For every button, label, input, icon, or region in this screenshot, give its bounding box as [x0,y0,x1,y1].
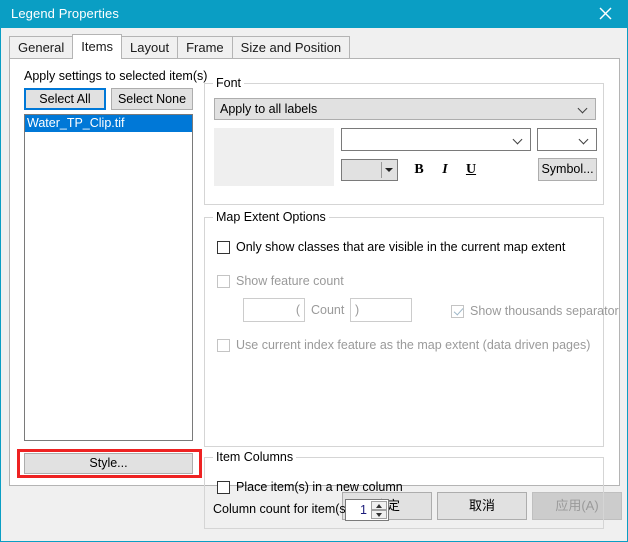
tab-frame[interactable]: Frame [177,36,233,58]
tab-general[interactable]: General [9,36,74,58]
checkbox-box [451,304,464,318]
font-name-value [347,129,510,150]
chevron-down-icon [580,135,589,144]
font-size-value [543,129,576,150]
legend-items-list[interactable]: Water_TP_Clip.tif [24,114,193,441]
tab-strip: General Items Layout Frame Size and Posi… [9,34,619,59]
title-bar: Legend Properties [1,0,628,28]
font-preview-area [214,128,334,186]
font-apply-mode-value: Apply to all labels [220,102,318,116]
select-all-button[interactable]: Select All [24,88,106,110]
font-group: Font Apply to all labels B I U Symbol... [204,76,604,205]
bold-button[interactable]: B [408,159,430,181]
show-feature-count-checkbox[interactable]: Show feature count [217,274,344,288]
italic-button[interactable]: I [434,159,456,181]
use-index-feature-checkbox[interactable]: Use current index feature as the map ext… [217,338,590,352]
stepper-up-icon[interactable] [371,501,387,510]
caret-down-icon [385,168,393,172]
font-color-picker[interactable] [341,159,398,181]
count-prefix-input[interactable]: ( [243,298,305,322]
window-title: Legend Properties [11,6,119,21]
color-picker-divider [381,162,382,178]
column-count-label: Column count for item(s) [213,502,350,516]
checkbox-box [217,274,230,288]
tab-items[interactable]: Items [72,34,123,59]
only-show-visible-classes-checkbox[interactable]: Only show classes that are visible in th… [217,240,565,254]
place-in-new-column-checkbox[interactable]: Place item(s) in a new column [217,480,403,494]
only-show-visible-classes-label: Only show classes that are visible in th… [236,240,566,254]
chevron-down-icon [579,104,588,113]
list-item[interactable]: Water_TP_Clip.tif [25,115,192,132]
column-count-value: 1 [360,503,367,517]
font-name-dropdown[interactable] [341,128,531,151]
legend-properties-dialog: Legend Properties General Items Layout F… [0,0,628,542]
font-group-title: Font [213,76,245,90]
items-tab-panel: Apply settings to selected item(s) Selec… [9,58,620,529]
symbol-button[interactable]: Symbol... [538,158,597,181]
show-thousands-separator-label: Show thousands separator [470,304,619,318]
apply-settings-label: Apply settings to selected item(s) [24,69,208,83]
checkbox-box [217,338,230,352]
item-columns-group: Item Columns Place item(s) in a new colu… [204,450,604,529]
tab-layout[interactable]: Layout [121,36,179,58]
font-size-dropdown[interactable] [537,128,597,151]
map-extent-options-group: Map Extent Options Only show classes tha… [204,210,619,447]
column-count-stepper[interactable]: 1 [345,499,389,521]
close-icon[interactable] [582,0,628,28]
checkbox-box [217,240,230,254]
font-apply-mode-dropdown[interactable]: Apply to all labels [214,98,596,120]
show-feature-count-label: Show feature count [236,274,344,288]
tab-size-and-position[interactable]: Size and Position [231,36,351,58]
underline-button[interactable]: U [460,159,482,181]
item-columns-group-title: Item Columns [213,450,297,464]
count-label: Count [311,303,345,317]
checkbox-box [217,480,230,494]
place-in-new-column-label: Place item(s) in a new column [236,480,403,494]
style-button[interactable]: Style... [24,453,193,474]
select-none-button[interactable]: Select None [111,88,193,110]
use-index-feature-label: Use current index feature as the map ext… [236,338,591,352]
show-thousands-separator-checkbox[interactable]: Show thousands separator [451,304,619,318]
chevron-down-icon [514,135,523,144]
stepper-down-icon[interactable] [371,510,387,519]
count-suffix-input[interactable]: ) [350,298,412,322]
map-extent-group-title: Map Extent Options [213,210,329,224]
